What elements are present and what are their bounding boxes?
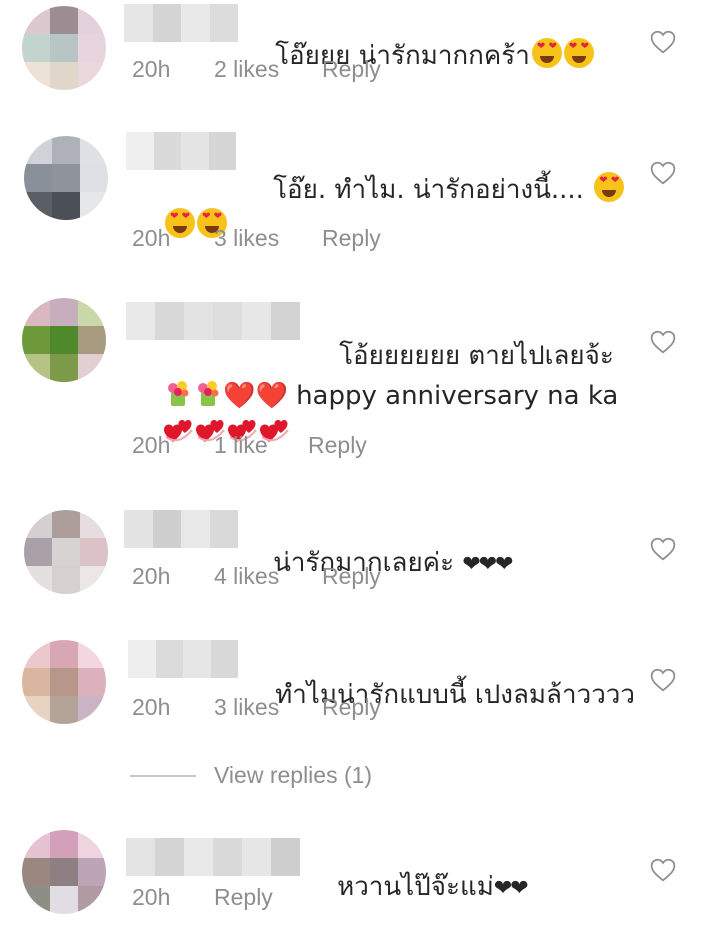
avatar[interactable]	[22, 830, 106, 914]
username-blurred[interactable]	[128, 640, 238, 678]
view-replies-divider	[130, 775, 196, 777]
avatar[interactable]	[24, 510, 108, 594]
like-heart-icon[interactable]	[650, 858, 676, 882]
like-heart-icon[interactable]	[650, 161, 676, 185]
avatar[interactable]	[22, 6, 106, 90]
username-blurred[interactable]	[124, 4, 238, 42]
likes-count[interactable]: 2 likes	[214, 56, 279, 83]
like-heart-icon[interactable]	[650, 668, 676, 692]
comment-time: 20h	[132, 694, 171, 720]
likes-count[interactable]: 4 likes	[214, 563, 279, 590]
likes-count[interactable]: 3 likes	[214, 225, 279, 252]
username-blurred[interactable]	[124, 510, 238, 548]
likes-count[interactable]: 1 like	[214, 432, 268, 459]
black-hearts: ❤❤	[493, 876, 529, 901]
reply-button[interactable]: Reply	[322, 694, 381, 721]
comment-text: โอ๊ยยย น่ารักมากกคร้า	[242, 4, 594, 107]
heart-eyes-emoji	[563, 38, 594, 68]
comment-text: ทำไมน่ารักแบบนี้ เปงลมล้าวววว	[275, 680, 635, 710]
username-blurred[interactable]	[126, 132, 236, 170]
username-blurred[interactable]	[126, 302, 300, 340]
comment-text: โอ๊ย. ทำไม. น่ารักอย่างนี้....	[240, 138, 625, 241]
username-blurred[interactable]	[126, 838, 300, 876]
like-heart-icon[interactable]	[650, 537, 676, 561]
comment-time: 20h	[132, 225, 171, 251]
heart-eyes-emoji	[531, 38, 562, 68]
like-heart-icon[interactable]	[650, 330, 676, 354]
reply-button[interactable]: Reply	[308, 432, 367, 459]
avatar[interactable]	[22, 298, 106, 382]
avatar[interactable]	[22, 640, 106, 724]
comment-time: 20h	[132, 56, 171, 82]
reply-button[interactable]: Reply	[322, 56, 381, 83]
view-replies-button[interactable]: View replies (1)	[214, 762, 372, 789]
heart-eyes-emoji	[594, 172, 625, 202]
likes-count[interactable]: 3 likes	[214, 694, 279, 721]
comment-time: 20h	[132, 884, 171, 910]
reply-button[interactable]: Reply	[322, 563, 381, 590]
reply-button[interactable]: Reply	[322, 225, 381, 252]
avatar[interactable]	[24, 136, 108, 220]
reply-button[interactable]: Reply	[214, 884, 273, 911]
comment-time: 20h	[132, 432, 171, 458]
like-heart-icon[interactable]	[650, 30, 676, 54]
black-hearts: ❤❤❤	[462, 552, 513, 577]
comment-text: หวานไป๊จ๊ะแม่❤❤	[337, 872, 529, 902]
comment-time: 20h	[132, 563, 171, 589]
